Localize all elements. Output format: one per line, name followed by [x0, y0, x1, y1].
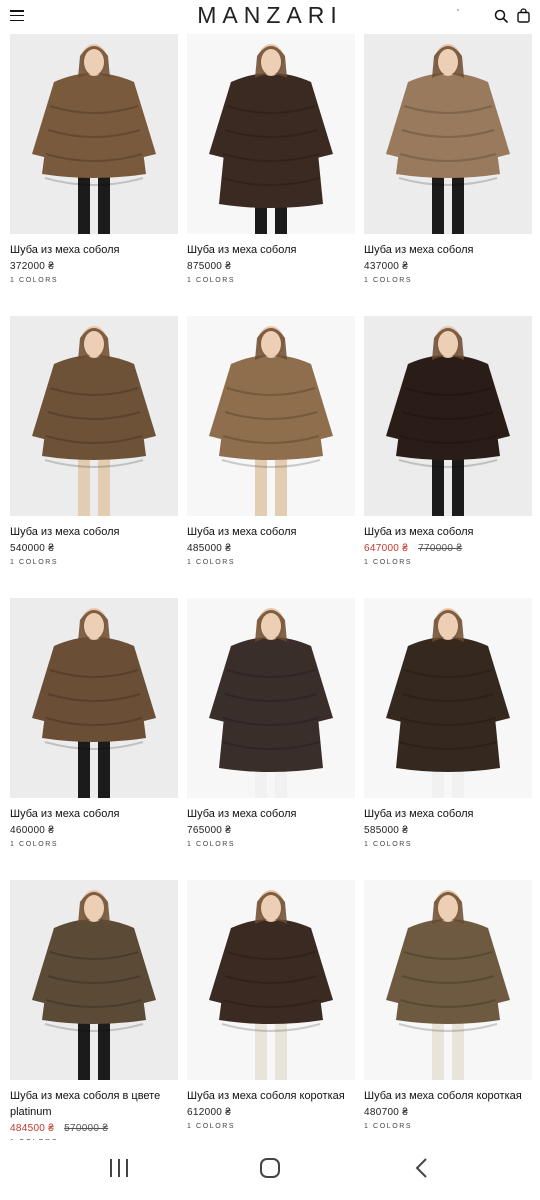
- product-title[interactable]: Шуба из меха соболя в цвете platinum: [10, 1088, 178, 1120]
- product-price: 460000 ₴: [10, 825, 55, 836]
- product-title[interactable]: Шуба из меха соболя: [364, 806, 532, 822]
- shopping-bag-icon[interactable]: [517, 8, 530, 23]
- product-image[interactable]: [10, 880, 178, 1080]
- old-price: 770000 ₴: [418, 543, 463, 554]
- color-count: 1 COLORS: [187, 1123, 236, 1130]
- color-count: 1 COLORS: [187, 841, 236, 848]
- product-price: 540000 ₴: [10, 543, 55, 554]
- product-title[interactable]: Шуба из меха соболя: [10, 806, 178, 822]
- product-card[interactable]: Шуба из меха соболя 485000 ₴ 1 COLORS: [187, 316, 355, 568]
- product-title[interactable]: Шуба из меха соболя: [364, 524, 532, 540]
- price-row: 647000 ₴ 770000 ₴: [364, 542, 532, 556]
- recents-icon[interactable]: [108, 1157, 130, 1179]
- product-price: 765000 ₴: [187, 825, 232, 836]
- color-count: 1 COLORS: [187, 559, 236, 566]
- sale-price: 647000 ₴: [364, 543, 409, 554]
- product-title[interactable]: Шуба из меха соболя: [187, 242, 355, 258]
- brand-logo[interactable]: MANZARI: [0, 2, 540, 29]
- product-card[interactable]: Шуба из меха соболя 437000 ₴ 1 COLORS: [364, 34, 532, 286]
- color-count: 1 COLORS: [10, 841, 59, 848]
- price-row: 460000 ₴: [10, 824, 178, 838]
- product-image[interactable]: [364, 598, 532, 798]
- price-row: 480700 ₴: [364, 1106, 532, 1120]
- back-icon[interactable]: [413, 1157, 429, 1179]
- product-title[interactable]: Шуба из меха соболя: [10, 524, 178, 540]
- product-image[interactable]: [10, 316, 178, 516]
- product-price: 875000 ₴: [187, 261, 232, 272]
- product-card[interactable]: Шуба из меха соболя короткая 480700 ₴ 1 CO…: [364, 880, 532, 1132]
- product-title[interactable]: Шуба из меха соболя: [10, 242, 178, 258]
- color-count: 1 COLORS: [10, 277, 59, 284]
- product-card[interactable]: Шуба из меха соболя 460000 ₴ 1 COLORS: [10, 598, 178, 850]
- product-card[interactable]: Шуба из меха соболя 875000 ₴ 1 COLORS: [187, 34, 355, 286]
- price-row: 540000 ₴: [10, 542, 178, 556]
- product-title[interactable]: Шуба из меха соболя: [187, 806, 355, 822]
- product-price: 585000 ₴: [364, 825, 409, 836]
- product-card[interactable]: Шуба из меха соболя в цвете platinum 4845…: [10, 880, 178, 1148]
- product-card[interactable]: Шуба из меха соболя короткая 612000 ₴ 1 CO…: [187, 880, 355, 1132]
- product-title[interactable]: Шуба из меха соболя: [364, 242, 532, 258]
- product-image[interactable]: [10, 598, 178, 798]
- product-card[interactable]: Шуба из меха соболя 540000 ₴ 1 COLORS: [10, 316, 178, 568]
- search-icon[interactable]: [494, 9, 508, 23]
- product-card[interactable]: Шуба из меха соболя 372000 ₴ 1 COLORS: [10, 34, 178, 286]
- price-row: 875000 ₴: [187, 260, 355, 274]
- product-price: 437000 ₴: [364, 261, 409, 272]
- product-price: 372000 ₴: [10, 261, 55, 272]
- product-image[interactable]: [10, 34, 178, 234]
- product-image[interactable]: [364, 316, 532, 516]
- product-price: 485000 ₴: [187, 543, 232, 554]
- product-image[interactable]: [364, 880, 532, 1080]
- product-image[interactable]: [364, 34, 532, 234]
- product-card[interactable]: Шуба из меха соболя 765000 ₴ 1 COLORS: [187, 598, 355, 850]
- home-icon[interactable]: [259, 1157, 281, 1179]
- color-count: 1 COLORS: [364, 1123, 413, 1130]
- price-row: 612000 ₴: [187, 1106, 355, 1120]
- sale-price: 484500 ₴: [10, 1123, 55, 1134]
- price-row: 437000 ₴: [364, 260, 532, 274]
- color-count: 1 COLORS: [10, 559, 59, 566]
- site-header: MANZARI: [0, 0, 540, 34]
- product-card[interactable]: Шуба из меха соболя 585000 ₴ 1 COLORS: [364, 598, 532, 850]
- product-image[interactable]: [187, 598, 355, 798]
- color-count: 1 COLORS: [187, 277, 236, 284]
- color-count: 1 COLORS: [364, 559, 413, 566]
- product-title[interactable]: Шуба из меха соболя короткая: [187, 1088, 355, 1104]
- price-row: 585000 ₴: [364, 824, 532, 838]
- price-row: 485000 ₴: [187, 542, 355, 556]
- product-title[interactable]: Шуба из меха соболя: [187, 524, 355, 540]
- color-count: 1 COLORS: [364, 841, 413, 848]
- price-row: 372000 ₴: [10, 260, 178, 274]
- product-price: 480700 ₴: [364, 1107, 409, 1118]
- product-title[interactable]: Шуба из меха соболя короткая: [364, 1088, 532, 1104]
- price-row: 765000 ₴: [187, 824, 355, 838]
- product-image[interactable]: [187, 34, 355, 234]
- product-image[interactable]: [187, 880, 355, 1080]
- old-price: 570000 ₴: [64, 1123, 109, 1134]
- price-row: 484500 ₴ 570000 ₴: [10, 1122, 178, 1136]
- color-count: 1 COLORS: [364, 277, 413, 284]
- product-card[interactable]: Шуба из меха соболя 647000 ₴ 770000 ₴ 1 COL…: [364, 316, 532, 568]
- product-image[interactable]: [187, 316, 355, 516]
- header-dot: [457, 9, 459, 11]
- system-navigation-bar: [0, 1140, 540, 1200]
- product-price: 612000 ₴: [187, 1107, 232, 1118]
